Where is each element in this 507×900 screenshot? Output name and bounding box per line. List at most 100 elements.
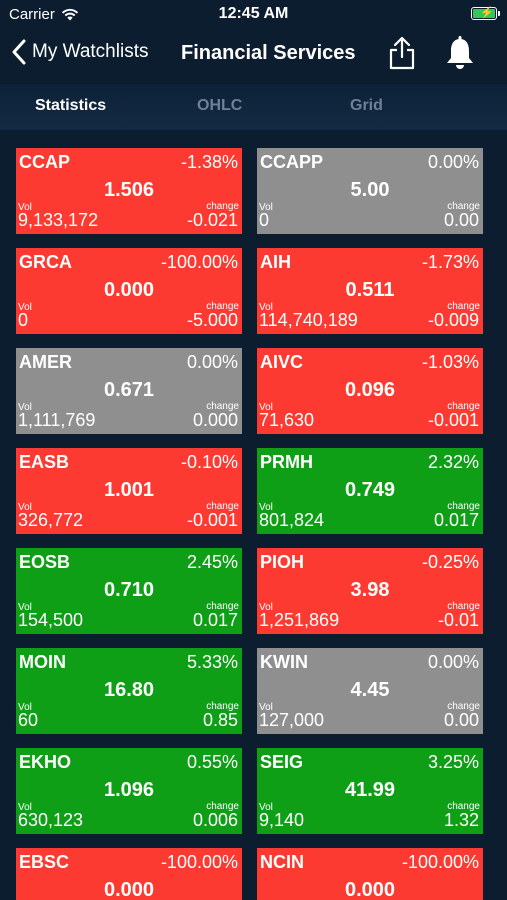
volume-value: 9,140 — [259, 810, 305, 830]
back-label: My Watchlists — [32, 41, 149, 62]
volume-value: 630,123 — [18, 810, 84, 830]
percent-change: 2.32% — [427, 452, 479, 472]
volume-value: 1,251,869 — [259, 610, 340, 630]
volume-value: 60 — [18, 710, 39, 730]
ticker-symbol: MOIN — [19, 652, 66, 672]
volume-value: 154,500 — [18, 610, 84, 630]
chevron-left-icon — [12, 39, 26, 65]
back-button[interactable]: My Watchlists — [12, 39, 148, 65]
volume-value: 114,740,189 — [259, 310, 358, 330]
ticker-symbol: SEIG — [260, 752, 304, 772]
stock-tile[interactable]: MOIN 5.33% 16.80 Vol change 60 0.85 — [16, 648, 242, 734]
volume-value: 801,824 — [259, 510, 325, 530]
tab-statistics[interactable]: Statistics — [35, 97, 106, 115]
ticker-symbol: PRMH — [260, 452, 313, 472]
stock-tile[interactable]: EBSC-100.00%0.000Volchange — [16, 848, 242, 900]
ticker-symbol: GRCA — [19, 252, 72, 272]
percent-change: 3.25% — [427, 752, 479, 772]
stock-tile[interactable]: AIH -1.73% 0.511 Vol change 114,740,189 -0.009 — [257, 248, 483, 334]
last-price: 3.98 — [350, 579, 390, 601]
last-price: 0.511 — [345, 279, 395, 301]
last-price: 0.671 — [103, 379, 155, 401]
percent-change: 0.00% — [427, 152, 479, 172]
last-price: 41.99 — [344, 779, 396, 801]
percent-change: 0.00% — [186, 352, 238, 372]
stock-tile[interactable]: CCAPP 0.00% 5.00 Vol change 0 0.00 — [257, 148, 483, 234]
change-value: 0.00 — [443, 710, 479, 730]
change-value: 0.017 — [192, 610, 238, 630]
volume-value: 9,133,172 — [18, 210, 99, 230]
change-value: 0.017 — [433, 510, 479, 530]
volume-value: 1,111,769 — [18, 410, 96, 430]
stock-tile[interactable]: PRMH 2.32% 0.749 Vol change 801,824 0.017 — [257, 448, 483, 534]
stock-tile[interactable]: GRCA -100.00% 0.000 Vol change 0 -5.000 — [16, 248, 242, 334]
change-value: -5.000 — [186, 310, 238, 330]
change-value: -0.001 — [186, 510, 238, 530]
view-tabs: Statistics OHLC Grid — [0, 84, 507, 130]
change-value: 0.85 — [202, 710, 238, 730]
change-value: 0.00 — [443, 210, 479, 230]
stock-tile[interactable]: AMER 0.00% 0.671 Vol change 1,111,769 0.000 — [16, 348, 242, 434]
last-price: 4.45 — [350, 679, 390, 701]
percent-change: -0.10% — [180, 452, 238, 472]
last-price: 1.001 — [103, 479, 155, 501]
notifications-button[interactable] — [444, 35, 476, 71]
percent-change: -1.73% — [421, 252, 479, 272]
last-price: 0.000 — [344, 879, 396, 900]
stock-tile[interactable]: EASB -0.10% 1.001 Vol change 326,772 -0.001 — [16, 448, 242, 534]
ticker-symbol: AMER — [19, 352, 72, 372]
ticker-symbol: CCAPP — [260, 152, 324, 172]
stock-tile[interactable]: EOSB 2.45% 0.710 Vol change 154,500 0.017 — [16, 548, 242, 634]
stock-tile[interactable]: SEIG 3.25% 41.99 Vol change 9,140 1.32 — [257, 748, 483, 834]
percent-change: 2.45% — [186, 552, 238, 572]
change-value: 0.006 — [192, 810, 238, 830]
ticker-symbol: EOSB — [19, 552, 71, 572]
ticker-symbol: EKHO — [19, 752, 72, 772]
percent-change: -100.00% — [401, 852, 479, 872]
share-icon — [389, 36, 415, 70]
ticker-symbol: PIOH — [260, 552, 305, 572]
stock-tile[interactable]: AIVC -1.03% 0.096 Vol change 71,630 -0.001 — [257, 348, 483, 434]
ticker-symbol: NCIN — [260, 852, 304, 872]
last-price: 0.000 — [103, 279, 155, 301]
percent-change: -100.00% — [160, 852, 238, 872]
percent-change: 5.33% — [186, 652, 238, 672]
volume-value: 0 — [18, 310, 29, 330]
ticker-symbol: EASB — [19, 452, 70, 472]
last-price: 0.749 — [344, 479, 396, 501]
last-price: 0.000 — [103, 879, 155, 900]
change-value: -0.021 — [186, 210, 238, 230]
percent-change: 0.00% — [427, 652, 479, 672]
ticker-symbol: CCAP — [19, 152, 71, 172]
last-price: 16.80 — [103, 679, 155, 701]
stock-tile[interactable]: KWIN 0.00% 4.45 Vol change 127,000 0.00 — [257, 648, 483, 734]
ticker-symbol: KWIN — [260, 652, 308, 672]
stock-tile[interactable]: NCIN-100.00%0.000Volchange — [257, 848, 483, 900]
tab-ohlc[interactable]: OHLC — [197, 97, 242, 115]
tab-grid[interactable]: Grid — [350, 97, 383, 115]
change-value: 0.000 — [192, 410, 238, 430]
nav-bar: My Watchlists Financial Services — [0, 30, 507, 80]
page-title: Financial Services — [181, 42, 356, 64]
volume-value: 326,772 — [18, 510, 84, 530]
last-price: 1.506 — [103, 179, 155, 201]
change-value: -0.001 — [427, 410, 479, 430]
share-button[interactable] — [386, 35, 418, 71]
percent-change: -0.25% — [421, 552, 479, 572]
stock-tile[interactable]: EKHO 0.55% 1.096 Vol change 630,123 0.006 — [16, 748, 242, 834]
battery-icon: ⚡ — [471, 7, 500, 20]
ticker-symbol: AIH — [260, 252, 291, 272]
stock-tile[interactable]: PIOH -0.25% 3.98 Vol change 1,251,869 -0.01 — [257, 548, 483, 634]
change-value: -0.009 — [427, 310, 479, 330]
last-price: 0.710 — [103, 579, 155, 601]
bell-icon — [447, 36, 473, 69]
change-value: 1.32 — [443, 810, 479, 830]
ticker-symbol: EBSC — [19, 852, 70, 872]
last-price: 0.096 — [344, 379, 396, 401]
change-value: -0.01 — [437, 610, 479, 630]
percent-change: -1.03% — [421, 352, 479, 372]
status-bar: Carrier 12:45 AM ⚡ — [0, 0, 507, 30]
percent-change: 0.55% — [186, 752, 238, 772]
stock-tile[interactable]: CCAP -1.38% 1.506 Vol change 9,133,172 -0.021 — [16, 148, 242, 234]
volume-value: 127,000 — [259, 710, 325, 730]
